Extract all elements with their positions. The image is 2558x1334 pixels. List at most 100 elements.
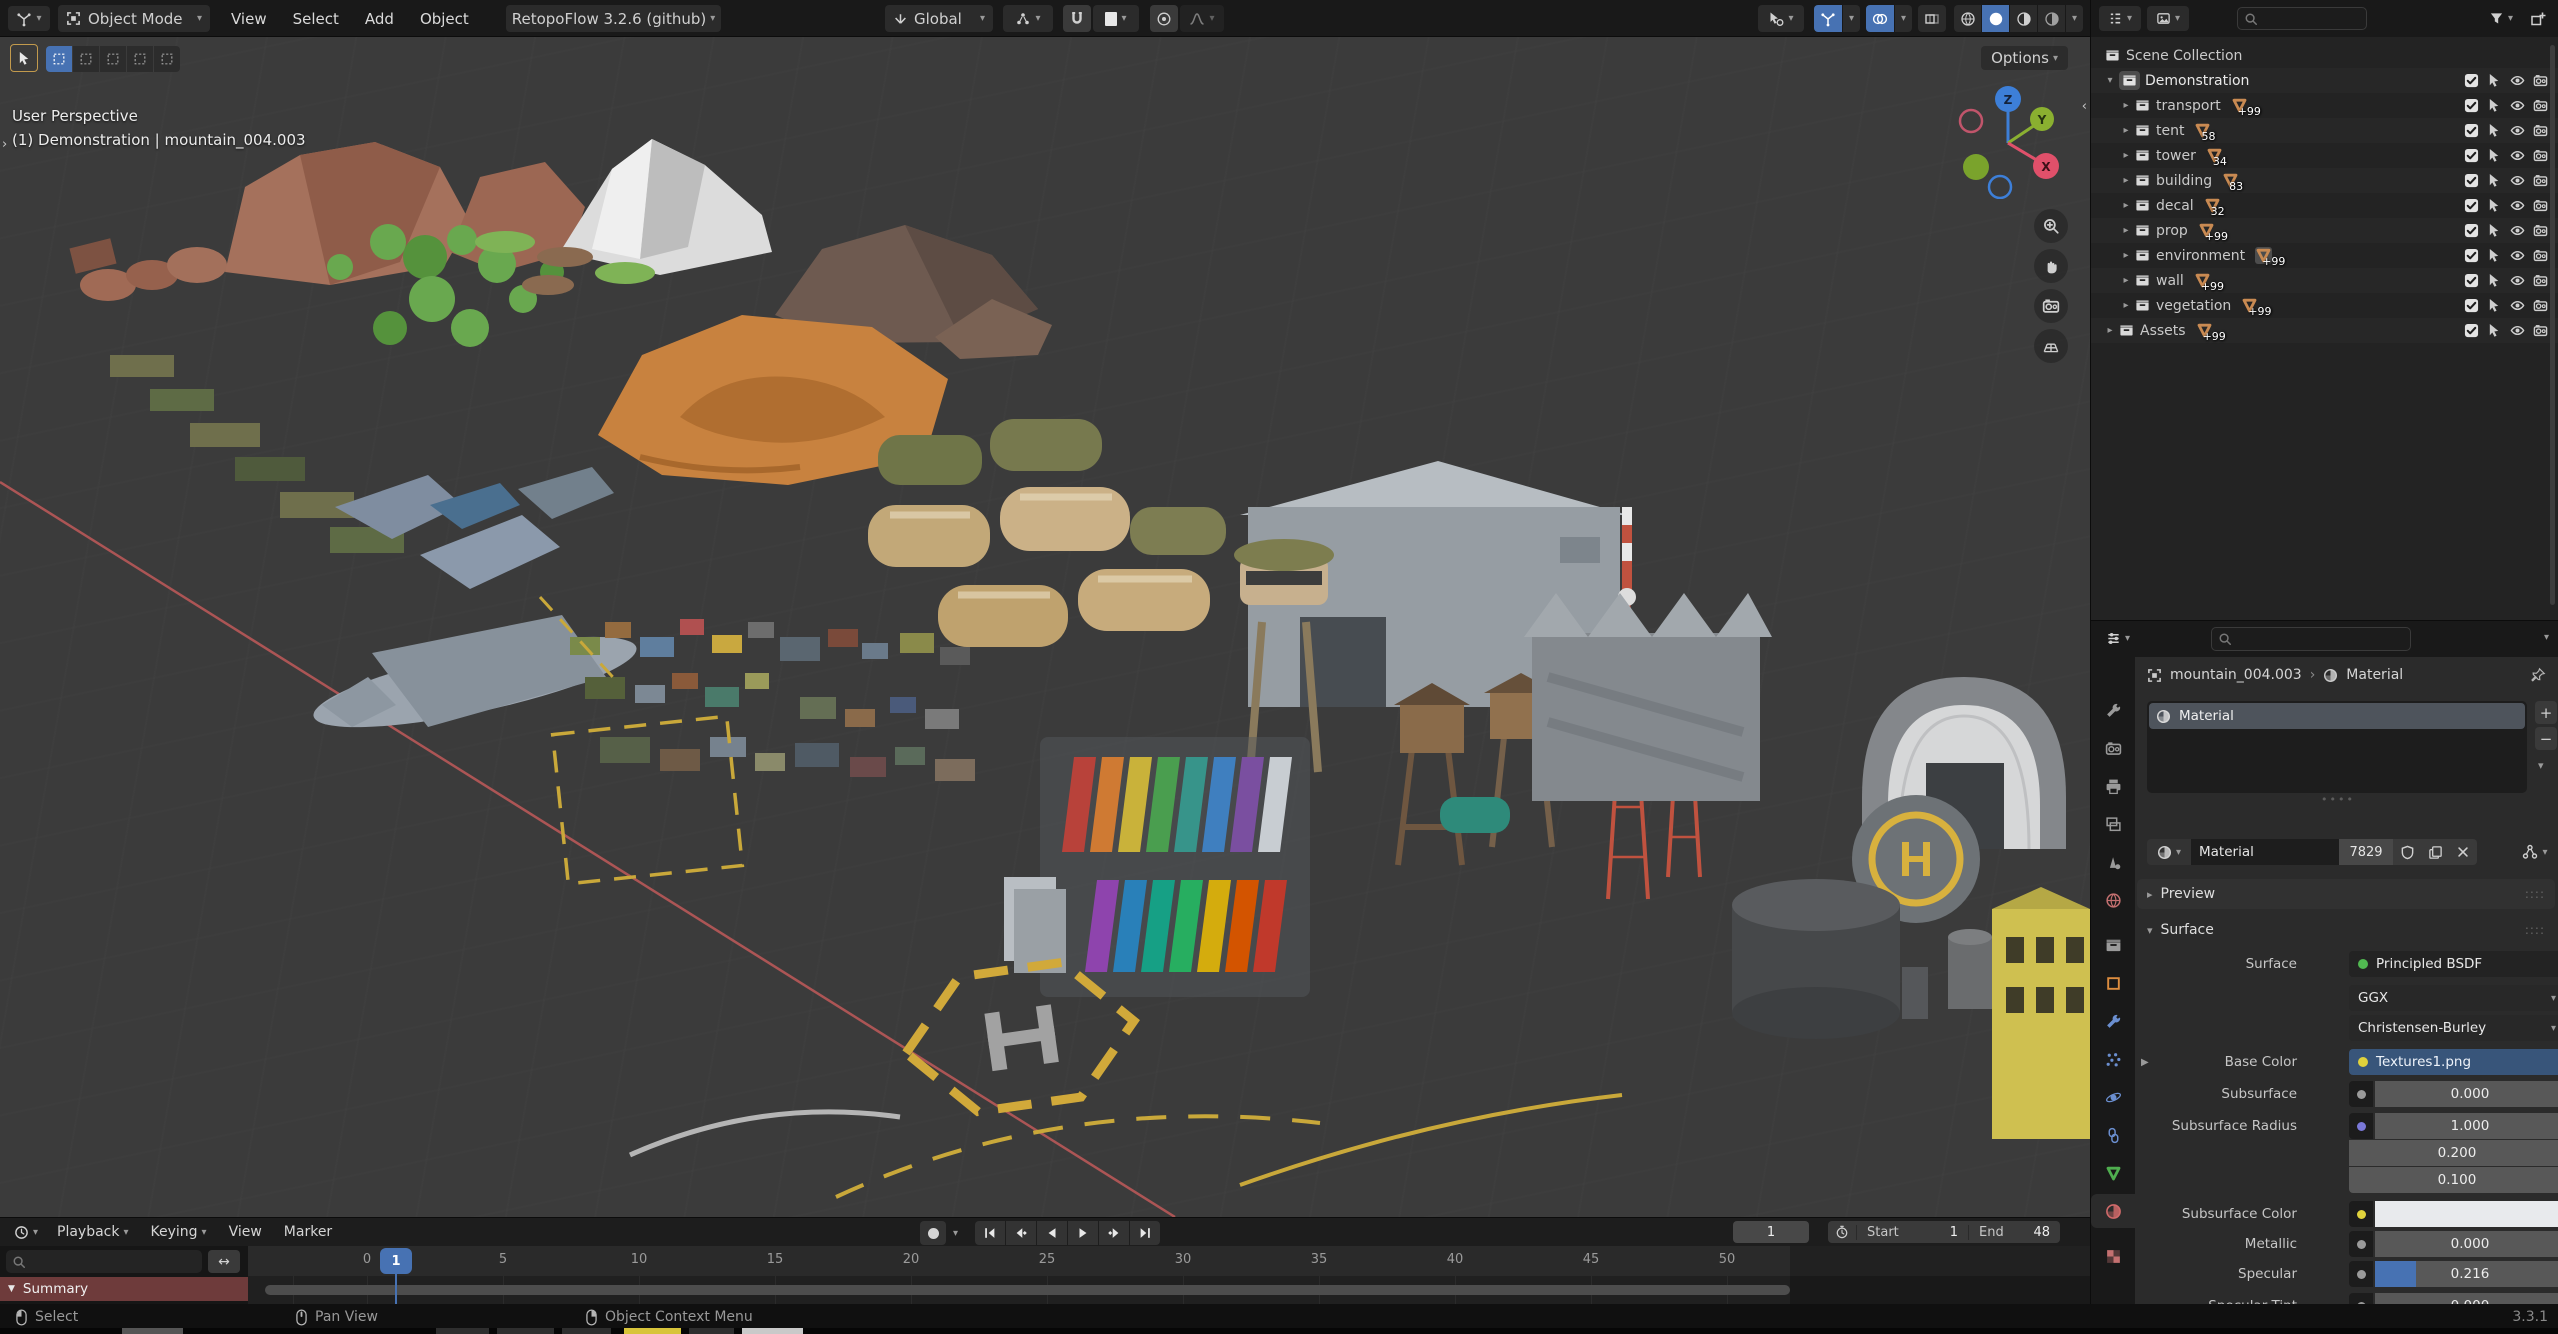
select-mode-subtract-button[interactable]: [100, 46, 126, 72]
hide-viewport-icon[interactable]: [2510, 323, 2525, 338]
expand-caret[interactable]: ▸: [2117, 250, 2135, 261]
checkbox-icon[interactable]: [2464, 298, 2479, 313]
camera-view-button[interactable]: [2034, 289, 2068, 323]
keying-set-dropdown[interactable]: ▾: [953, 1228, 958, 1239]
expand-caret[interactable]: ▸: [2117, 275, 2135, 286]
outliner-row-scene-collection[interactable]: Scene Collection: [2091, 43, 2558, 68]
tab-view-layer[interactable]: [2091, 807, 2135, 841]
outliner-row-wall[interactable]: ▸ wall +99: [2091, 268, 2558, 293]
checkbox-icon[interactable]: [2464, 323, 2479, 338]
tab-tool[interactable]: [2091, 693, 2135, 727]
toolbar-expand-arrow[interactable]: ›: [2, 137, 7, 152]
material-name-field[interactable]: Material: [2191, 839, 2339, 865]
tab-world[interactable]: [2091, 883, 2135, 917]
expand-caret[interactable]: ▸: [2117, 100, 2135, 111]
playhead-frame-indicator[interactable]: 1: [380, 1248, 412, 1274]
selectable-icon[interactable]: [2487, 198, 2502, 213]
selectable-icon[interactable]: [2487, 298, 2502, 313]
hide-render-icon[interactable]: [2533, 98, 2548, 113]
checkbox-icon[interactable]: [2464, 248, 2479, 263]
checkbox-icon[interactable]: [2464, 223, 2479, 238]
transform-orientation-dropdown[interactable]: Global▾: [885, 5, 993, 32]
checkbox-icon[interactable]: [2464, 273, 2479, 288]
breadcrumb-data[interactable]: Material: [2346, 667, 2403, 683]
subsurface-color-swatch[interactable]: [2375, 1201, 2558, 1227]
remove-slot-button[interactable]: −: [2535, 727, 2557, 750]
select-mode-intersect-button[interactable]: [154, 46, 180, 72]
hide-viewport-icon[interactable]: [2510, 73, 2525, 88]
metallic-socket-button[interactable]: [2349, 1231, 2373, 1257]
mode-dropdown[interactable]: Object Mode▾: [58, 5, 210, 32]
shading-dropdown[interactable]: ▾: [2066, 5, 2083, 32]
subsurface-slider[interactable]: 0.000: [2375, 1081, 2558, 1107]
retopoflow-menu[interactable]: RetopoFlow 3.2.6 (github)▾: [506, 5, 721, 32]
panel-preview[interactable]: ▸Preview::::: [2137, 879, 2555, 909]
selectable-icon[interactable]: [2487, 273, 2502, 288]
3d-viewport[interactable]: Options▾ User Perspective (1) Demonstrat…: [0, 37, 2090, 1217]
timeline-menu-keying[interactable]: Keying▾: [140, 1218, 218, 1246]
checkbox-icon[interactable]: [2464, 73, 2479, 88]
timeline-horizontal-scrollbar[interactable]: [265, 1285, 1790, 1295]
editor-type-button[interactable]: ▾: [8, 6, 50, 31]
browse-material-dropdown[interactable]: ▾: [2147, 839, 2191, 865]
material-slot-row[interactable]: Material: [2149, 703, 2525, 729]
hide-viewport-icon[interactable]: [2510, 98, 2525, 113]
selectable-icon[interactable]: [2487, 248, 2502, 263]
hide-viewport-icon[interactable]: [2510, 298, 2525, 313]
hide-render-icon[interactable]: [2533, 323, 2548, 338]
pin-icon[interactable]: [2530, 667, 2546, 683]
checkbox-icon[interactable]: [2464, 123, 2479, 138]
shading-material-button[interactable]: [2010, 5, 2037, 32]
outliner-row-tower[interactable]: ▸ tower 34: [2091, 143, 2558, 168]
add-slot-button[interactable]: +: [2535, 701, 2557, 724]
overlays-dropdown[interactable]: ▾: [1895, 5, 1912, 32]
outliner-editor-type-button[interactable]: ▾: [2099, 6, 2141, 31]
toggle-perspective-button[interactable]: [2034, 329, 2068, 363]
proportional-falloff-dropdown[interactable]: ▾: [1180, 5, 1224, 32]
proportional-editing-toggle[interactable]: [1150, 5, 1178, 32]
new-collection-button[interactable]: [2525, 6, 2551, 31]
pivot-point-dropdown[interactable]: ▾: [1003, 5, 1053, 32]
selectable-icon[interactable]: [2487, 123, 2502, 138]
selectable-icon[interactable]: [2487, 98, 2502, 113]
pan-button[interactable]: [2034, 249, 2068, 283]
outliner-row-vegetation[interactable]: ▸ vegetation +99: [2091, 293, 2558, 318]
hide-viewport-icon[interactable]: [2510, 248, 2525, 263]
tab-collection[interactable]: [2091, 928, 2135, 962]
tab-modifiers[interactable]: [2091, 1004, 2135, 1038]
sidebar-expand-arrow[interactable]: ‹: [2082, 99, 2087, 114]
subsurface-radius-y-field[interactable]: 0.200: [2349, 1140, 2558, 1166]
tab-object-data[interactable]: [2091, 1156, 2135, 1190]
properties-editor-type-button[interactable]: ▾: [2097, 626, 2139, 651]
show-gizmo-toggle[interactable]: [1814, 5, 1842, 32]
active-tool-button[interactable]: [10, 44, 38, 72]
select-mode-invert-button[interactable]: [127, 46, 153, 72]
hide-render-icon[interactable]: [2533, 123, 2548, 138]
shading-rendered-button[interactable]: [2038, 5, 2065, 32]
summary-caret[interactable]: ▼: [8, 1284, 15, 1294]
fake-user-button[interactable]: [2393, 839, 2421, 865]
specular-tint-socket-button[interactable]: [2349, 1293, 2373, 1304]
hide-render-icon[interactable]: [2533, 223, 2548, 238]
previous-keyframe-button[interactable]: [1006, 1221, 1036, 1245]
tab-constraints[interactable]: [2091, 1118, 2135, 1152]
unlink-material-button[interactable]: [2449, 839, 2477, 865]
expand-caret[interactable]: ▾: [2101, 75, 2119, 86]
zoom-button[interactable]: [2034, 209, 2068, 243]
tab-render[interactable]: [2091, 731, 2135, 765]
xray-toggle[interactable]: [1918, 5, 1946, 32]
properties-search-input[interactable]: [2211, 627, 2411, 651]
hide-viewport-icon[interactable]: [2510, 173, 2525, 188]
tab-material[interactable]: [2091, 1194, 2135, 1228]
checkbox-icon[interactable]: [2464, 98, 2479, 113]
subsurface-radius-socket-button[interactable]: [2349, 1113, 2373, 1139]
timeline-menu-playback[interactable]: Playback▾: [46, 1218, 140, 1246]
outliner-row-decal[interactable]: ▸ decal 32: [2091, 193, 2558, 218]
material-slot-list[interactable]: Material: [2147, 701, 2527, 793]
outliner-display-mode-dropdown[interactable]: ▾: [2147, 6, 2189, 31]
selectable-icon[interactable]: [2487, 148, 2502, 163]
hide-render-icon[interactable]: [2533, 73, 2548, 88]
tab-physics[interactable]: [2091, 1080, 2135, 1114]
panel-drag-grip[interactable]: ::::: [2525, 923, 2545, 937]
gizmo-dropdown[interactable]: ▾: [1843, 5, 1860, 32]
